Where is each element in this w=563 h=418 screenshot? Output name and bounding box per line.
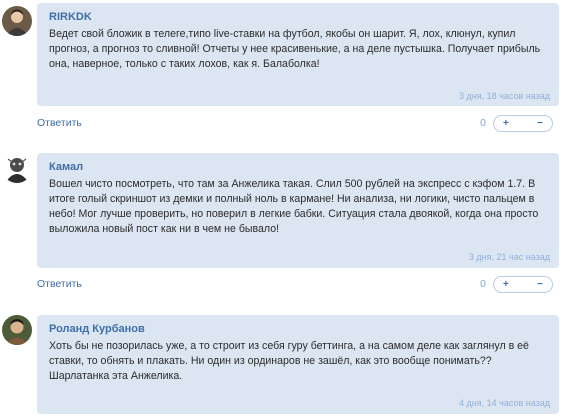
comment-actions: Ответить 0 + − <box>37 276 559 294</box>
vote-control: + − <box>493 115 553 132</box>
vote-score: 0 <box>480 278 486 290</box>
comment-author[interactable]: RIRKDK <box>49 11 92 23</box>
avatar-image <box>2 315 32 345</box>
comment-author[interactable]: Роланд Курбанов <box>49 323 145 335</box>
downvote-button[interactable]: − <box>537 116 543 131</box>
reply-button[interactable]: Ответить <box>37 278 82 290</box>
avatar[interactable] <box>2 315 32 345</box>
avatar-image <box>2 6 32 36</box>
upvote-button[interactable]: + <box>503 116 509 131</box>
avatar-image <box>2 153 32 183</box>
downvote-button[interactable]: − <box>537 277 543 292</box>
avatar[interactable] <box>2 6 32 36</box>
comment-author[interactable]: Камал <box>49 161 83 173</box>
comment-text: Вошел чисто посмотреть, что там за Анжел… <box>49 178 539 235</box>
comment-bubble: Камал Вошел чисто посмотреть, что там за… <box>37 153 559 268</box>
vote-control: + − <box>493 276 553 293</box>
comment-bubble: Роланд Курбанов Хоть бы не позорилась уж… <box>37 315 559 414</box>
reply-button[interactable]: Ответить <box>37 117 82 129</box>
comment-bubble: RIRKDK Ведет свой бложик в телеге,типо l… <box>37 3 559 106</box>
avatar[interactable] <box>2 153 32 183</box>
comment-timestamp: 3 дня, 21 час назад <box>468 252 550 262</box>
upvote-button[interactable]: + <box>503 277 509 292</box>
comment-timestamp: 4 дня, 14 часов назад <box>459 398 550 408</box>
comment-timestamp: 3 дня, 18 часов назад <box>459 91 550 101</box>
comment-text: Ведет свой бложик в телеге,типо live-ста… <box>49 28 541 70</box>
comment-text: Хоть бы не позорилась уже, а то строит и… <box>49 340 529 382</box>
comment-actions: Ответить 0 + − <box>37 115 559 133</box>
vote-score: 0 <box>480 117 486 129</box>
